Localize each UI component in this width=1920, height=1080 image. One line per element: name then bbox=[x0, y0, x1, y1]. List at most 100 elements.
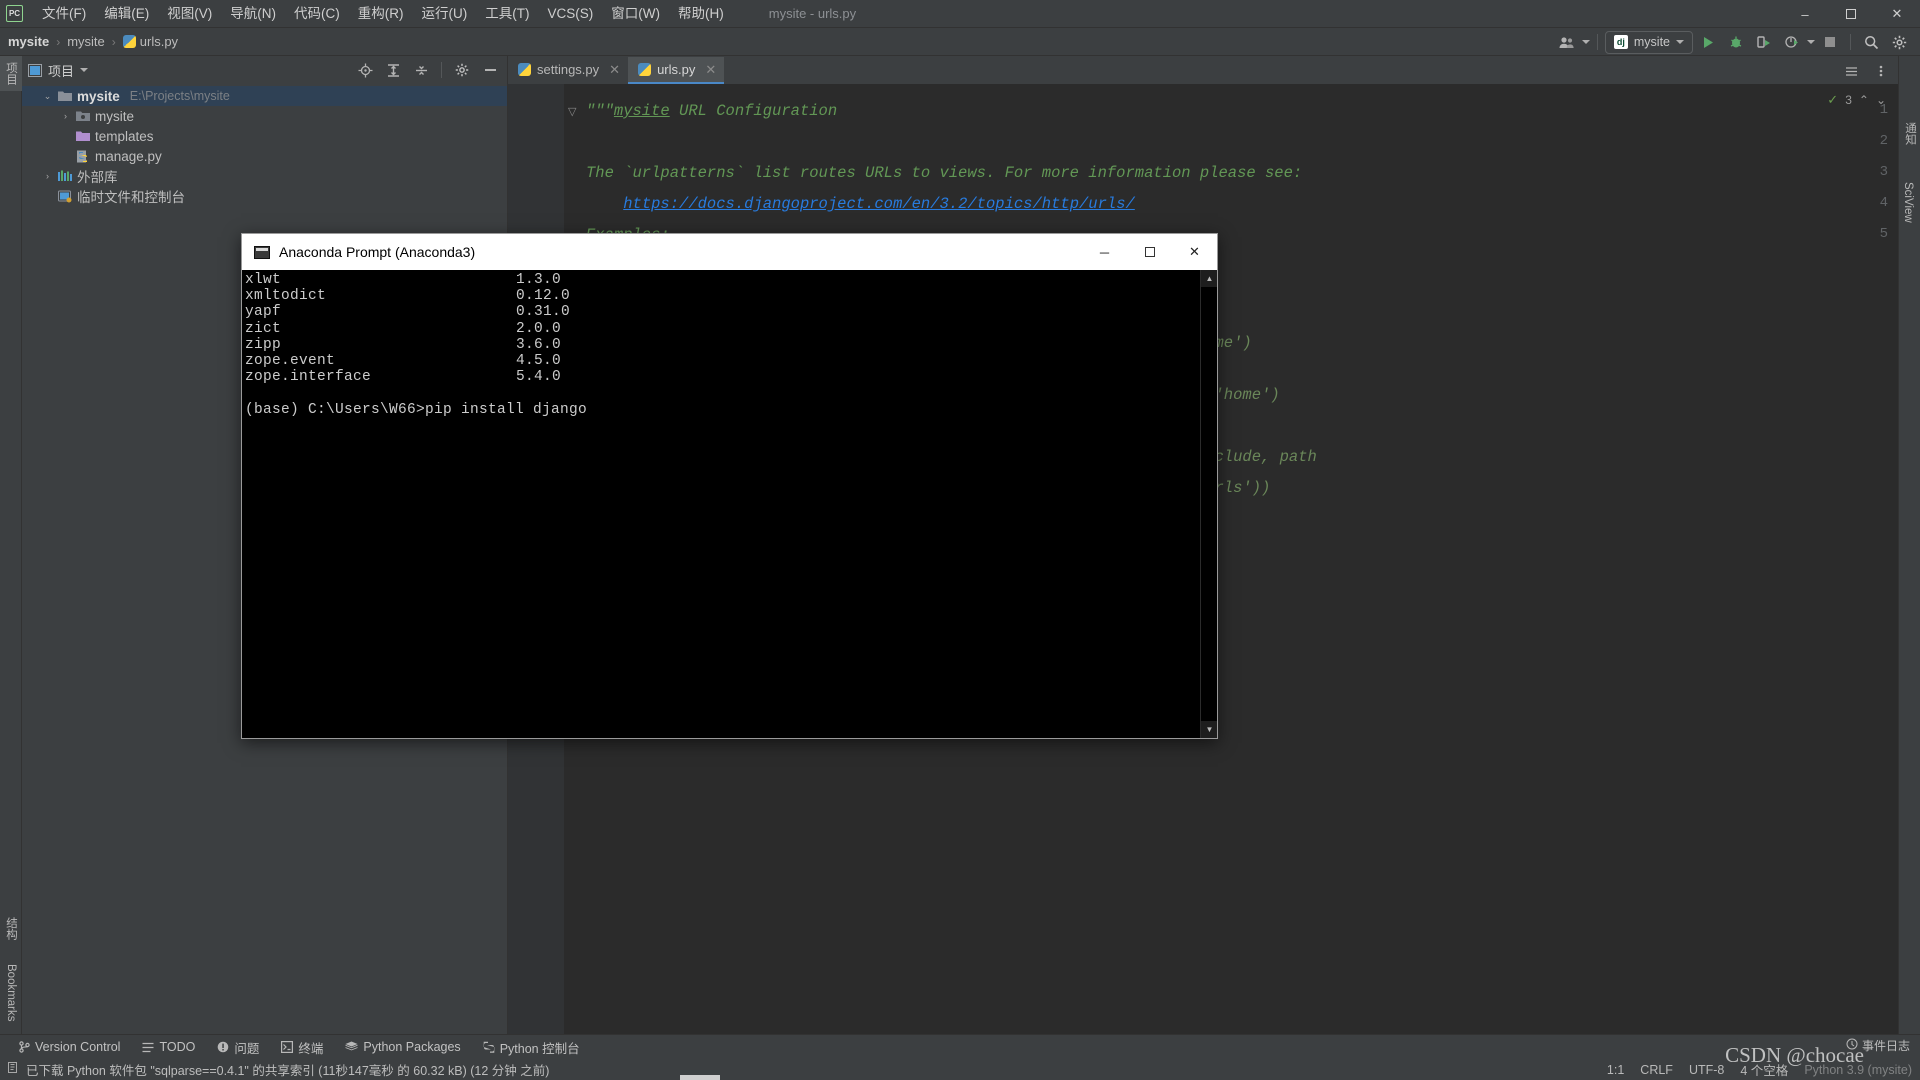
package-name: zope.interface bbox=[245, 369, 372, 386]
console-scroll-up-button[interactable]: ▲ bbox=[1201, 270, 1217, 287]
project-settings-gear-icon[interactable] bbox=[449, 58, 475, 82]
package-version: 4.5.0 bbox=[516, 353, 562, 370]
code-token: The `urlpatterns` list routes URLs to vi… bbox=[586, 164, 1303, 182]
sidebar-item-structure[interactable]: 结构 bbox=[0, 911, 22, 946]
search-icon[interactable] bbox=[1858, 30, 1884, 54]
close-tab-icon[interactable]: ✕ bbox=[705, 62, 716, 78]
minimize-button[interactable]: – bbox=[1782, 0, 1828, 28]
tool-python-packages[interactable]: Python Packages bbox=[334, 1036, 471, 1058]
menu-file[interactable]: 文件(F) bbox=[33, 0, 95, 28]
sidebar-item-project[interactable]: 项目 bbox=[0, 56, 22, 91]
sidebar-item-notifications[interactable]: 通知 bbox=[1899, 116, 1920, 151]
project-tree: ⌄ mysite E:\Projects\mysite › mysite template… bbox=[22, 84, 507, 206]
run-button[interactable] bbox=[1695, 30, 1721, 54]
project-dropdown-caret-icon[interactable] bbox=[80, 68, 89, 72]
tree-node-manage.py[interactable]: manage.py bbox=[22, 146, 507, 166]
menu-window[interactable]: 窗口(W) bbox=[602, 0, 669, 28]
menu-navigate[interactable]: 导航(N) bbox=[221, 0, 285, 28]
tree-node-临时文件和控制台[interactable]: 临时文件和控制台 bbox=[22, 186, 507, 206]
caret-position[interactable]: 1:1 bbox=[1607, 1063, 1624, 1077]
menu-help[interactable]: 帮助(H) bbox=[669, 0, 733, 28]
tab-list-icon[interactable] bbox=[1838, 59, 1864, 83]
user-icon[interactable] bbox=[1554, 30, 1580, 54]
menu-edit[interactable]: 编辑(E) bbox=[95, 0, 158, 28]
menu-view[interactable]: 视图(V) bbox=[158, 0, 221, 28]
menu-tools[interactable]: 工具(T) bbox=[476, 0, 538, 28]
console-minimize-button[interactable]: ─ bbox=[1082, 234, 1127, 270]
console-maximize-button[interactable] bbox=[1127, 234, 1172, 270]
package-version: 3.6.0 bbox=[516, 336, 562, 353]
toolbar-divider-1 bbox=[1596, 34, 1598, 50]
line-number: 5 bbox=[1879, 226, 1888, 242]
file-encoding[interactable]: UTF-8 bbox=[1689, 1063, 1724, 1077]
menu-refactor[interactable]: 重构(R) bbox=[349, 0, 413, 28]
tree-node-外部库[interactable]: › 外部库 bbox=[22, 166, 507, 186]
gear-icon[interactable] bbox=[1886, 30, 1912, 54]
expand-arrow-icon[interactable]: › bbox=[42, 171, 53, 181]
package-name: xmltodict bbox=[245, 288, 327, 305]
anaconda-prompt-window[interactable]: Anaconda Prompt (Anaconda3) ─ ✕ xlwt 1.3.… bbox=[241, 233, 1218, 739]
console-scrollbar[interactable]: ▲ ▼ bbox=[1200, 270, 1217, 738]
maximize-button[interactable] bbox=[1828, 0, 1874, 28]
locate-file-icon[interactable] bbox=[352, 58, 378, 82]
line-separator[interactable]: CRLF bbox=[1640, 1063, 1673, 1077]
collapse-all-icon[interactable] bbox=[408, 58, 434, 82]
code-fold-icon[interactable]: ▽ bbox=[568, 105, 576, 118]
tree-node-mysite[interactable]: ⌄ mysite E:\Projects\mysite bbox=[22, 86, 507, 106]
editor-tab-label: urls.py bbox=[657, 62, 696, 77]
console-title: Anaconda Prompt (Anaconda3) bbox=[279, 244, 476, 260]
code-token[interactable]: https://docs.djangoproject.com/en/3.2/to… bbox=[623, 195, 1135, 213]
expand-arrow-icon[interactable]: ⌄ bbox=[42, 91, 53, 102]
tool-problems[interactable]: 问题 bbox=[206, 1036, 270, 1058]
menu-run[interactable]: 运行(U) bbox=[413, 0, 477, 28]
tree-node-templates[interactable]: templates bbox=[22, 126, 507, 146]
menu-code[interactable]: 代码(C) bbox=[285, 0, 349, 28]
package-name: zict bbox=[245, 320, 282, 337]
console-package-row: zipp 3.6.0 bbox=[245, 337, 1200, 353]
breadcrumb-toolbar: mysite › mysite › urls.py dj mysite bbox=[0, 28, 1920, 56]
stop-button[interactable] bbox=[1817, 30, 1843, 54]
console-package-row: zope.event 4.5.0 bbox=[245, 353, 1200, 369]
editor-tab-settings.py[interactable]: settings.py ✕ bbox=[508, 57, 628, 84]
expand-all-icon[interactable] bbox=[380, 58, 406, 82]
breadcrumb-project[interactable]: mysite bbox=[8, 34, 49, 49]
close-button[interactable]: ✕ bbox=[1874, 0, 1920, 28]
menu-items: 文件(F) 编辑(E) 视图(V) 导航(N) 代码(C) 重构(R) 运行(U) 工具(T)… bbox=[33, 0, 733, 28]
menu-vcs[interactable]: VCS(S) bbox=[539, 0, 603, 28]
tool-todo[interactable]: TODO bbox=[131, 1036, 206, 1058]
tool-terminal[interactable]: 终端 bbox=[270, 1036, 334, 1058]
folder-grey-icon bbox=[58, 90, 72, 103]
breadcrumb-folder[interactable]: mysite bbox=[67, 34, 105, 49]
python-file-icon bbox=[122, 35, 136, 48]
console-title-bar: Anaconda Prompt (Anaconda3) ─ ✕ bbox=[242, 234, 1217, 270]
editor-tab-urls.py[interactable]: urls.py ✕ bbox=[628, 57, 725, 84]
bottom-tool-label: 终端 bbox=[298, 1041, 324, 1056]
close-tab-icon[interactable]: ✕ bbox=[609, 62, 620, 78]
run-configuration-selector[interactable]: dj mysite bbox=[1604, 30, 1693, 54]
hide-panel-icon[interactable] bbox=[477, 58, 503, 82]
packages-icon bbox=[345, 1041, 358, 1053]
expand-arrow-icon[interactable]: › bbox=[60, 111, 71, 121]
tool-python-console[interactable]: Python 控制台 bbox=[472, 1036, 591, 1058]
breadcrumb-separator-2: › bbox=[111, 34, 116, 49]
sidebar-item-bookmarks[interactable]: Bookmarks bbox=[2, 958, 20, 1028]
pycharm-logo-icon: PC bbox=[6, 5, 23, 22]
user-dropdown-caret-icon[interactable] bbox=[1581, 40, 1590, 44]
inspection-widget[interactable]: ✓ 3 ⌃ ⌄ bbox=[1827, 92, 1886, 108]
breadcrumb-file[interactable]: urls.py bbox=[140, 34, 178, 49]
profile-button[interactable] bbox=[1779, 30, 1805, 54]
debug-button[interactable] bbox=[1723, 30, 1749, 54]
tree-node-mysite[interactable]: › mysite bbox=[22, 106, 507, 126]
console-scroll-down-button[interactable]: ▼ bbox=[1201, 721, 1217, 738]
inspection-up-icon[interactable]: ⌃ bbox=[1859, 93, 1869, 107]
inspection-down-icon[interactable]: ⌄ bbox=[1876, 93, 1886, 107]
package-version: 0.12.0 bbox=[516, 288, 571, 305]
tool-version-control[interactable]: Version Control bbox=[8, 1036, 131, 1058]
sidebar-item-sciview[interactable]: SciView bbox=[1899, 176, 1917, 229]
more-options-icon[interactable] bbox=[1868, 59, 1894, 83]
run-with-coverage-button[interactable] bbox=[1751, 30, 1777, 54]
console-close-button[interactable]: ✕ bbox=[1172, 234, 1217, 270]
profile-dropdown-caret-icon[interactable] bbox=[1807, 40, 1815, 44]
console-body[interactable]: xlwt 1.3.0 xmltodict 0.12.0 yapf 0.31.0 zict 2.… bbox=[242, 270, 1217, 738]
console-package-row: zict 2.0.0 bbox=[245, 321, 1200, 337]
